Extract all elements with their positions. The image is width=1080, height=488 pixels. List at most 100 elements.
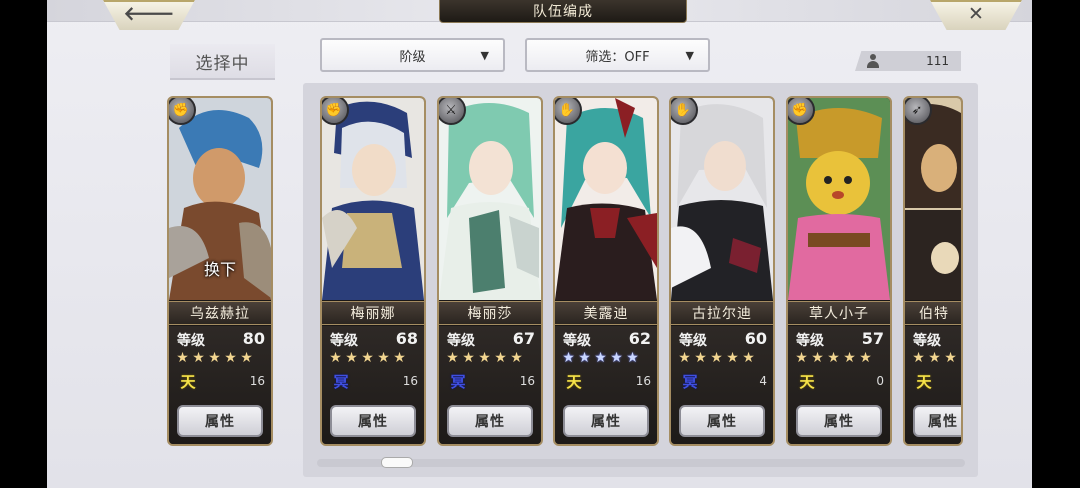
level-label: 等级 bbox=[177, 333, 205, 349]
attribute-button[interactable]: 属性 bbox=[177, 405, 263, 437]
rank-badge-icon: 天 bbox=[180, 372, 196, 391]
star-rating: ★ ★ ★ ★ ★ bbox=[561, 350, 653, 368]
horizontal-scrollbar[interactable] bbox=[317, 459, 965, 467]
character-name-plate: 美露迪 bbox=[555, 301, 657, 325]
party-formation-panel: 🡐 队伍编成 ✕ 选择中 阶级 ▼ 筛选：OFF ▼ 111 换下 ✊ 乌兹赫拉… bbox=[47, 0, 1032, 488]
character-name-plate: 梅丽娜 bbox=[322, 301, 424, 325]
level-row: 等级 57 bbox=[796, 329, 884, 350]
character-portrait bbox=[671, 98, 773, 300]
star-icon: ★ bbox=[944, 350, 958, 366]
attribute-button[interactable]: 属性 bbox=[679, 405, 765, 437]
level-label: 等级 bbox=[563, 333, 591, 349]
attribute-button[interactable]: 属性 bbox=[330, 405, 416, 437]
character-card[interactable]: ⚔ 梅丽莎 等级 67 ★ ★ ★ ★ ★ 冥 16 属性 bbox=[437, 96, 543, 446]
star-rating: ★ ★ ★ ★ ★ bbox=[445, 350, 537, 368]
character-card[interactable]: ➶ 伯特 等级 ★ ★ ★ 天 属性 bbox=[903, 96, 963, 446]
character-stats: 等级 ★ ★ ★ 天 属性 bbox=[905, 326, 961, 444]
level-value: 60 bbox=[744, 329, 767, 348]
rank-row: 天 16 bbox=[179, 371, 265, 393]
star-icon: ★ bbox=[446, 350, 460, 366]
attribute-button[interactable]: 属性 bbox=[563, 405, 649, 437]
dropdown-arrow-icon: ▼ bbox=[480, 49, 489, 62]
character-portrait bbox=[555, 98, 657, 300]
level-label: 等级 bbox=[796, 333, 824, 349]
filter-label: 筛选：OFF bbox=[585, 49, 650, 65]
rank-count: 4 bbox=[759, 374, 767, 388]
attribute-button[interactable]: 属性 bbox=[913, 405, 961, 437]
selected-character-card[interactable]: 换下 ✊ 乌兹赫拉 等级 80 ★ ★ ★ ★ ★ 天 16 属性 bbox=[167, 96, 273, 446]
character-name-plate: 古拉尔迪 bbox=[671, 301, 773, 325]
rank-sort-label: 阶级 bbox=[399, 49, 426, 65]
level-row: 等级 80 bbox=[177, 329, 265, 350]
attribute-button-label: 属性 bbox=[928, 414, 958, 430]
user-icon bbox=[867, 54, 879, 68]
level-row: 等级 67 bbox=[447, 329, 535, 350]
star-icon: ★ bbox=[610, 350, 624, 366]
level-label: 等级 bbox=[679, 333, 707, 349]
rank-row: 冥 16 bbox=[449, 371, 535, 393]
rank-row: 天 16 bbox=[565, 371, 651, 393]
star-icon: ★ bbox=[562, 350, 576, 366]
level-value: 68 bbox=[395, 329, 418, 348]
character-stats: 等级 62 ★ ★ ★ ★ ★ 天 16 属性 bbox=[555, 326, 657, 444]
attribute-button-label: 属性 bbox=[205, 414, 235, 430]
character-stats: 等级 67 ★ ★ ★ ★ ★ 冥 16 属性 bbox=[439, 326, 541, 444]
rank-badge-icon: 天 bbox=[566, 372, 582, 391]
character-stats: 等级 60 ★ ★ ★ ★ ★ 冥 4 属性 bbox=[671, 326, 773, 444]
character-card[interactable]: ✊ 梅丽娜 等级 68 ★ ★ ★ ★ ★ 冥 16 属性 bbox=[320, 96, 426, 446]
character-portrait bbox=[788, 98, 890, 300]
star-icon: ★ bbox=[329, 350, 343, 366]
back-arrow-icon: 🡐 bbox=[123, 3, 175, 25]
character-card[interactable]: ✋ 美露迪 等级 62 ★ ★ ★ ★ ★ 天 16 属性 bbox=[553, 96, 659, 446]
character-card[interactable]: ✊ 草人小子 等级 57 ★ ★ ★ ★ ★ 天 0 属性 bbox=[786, 96, 892, 446]
character-name-plate: 草人小子 bbox=[788, 301, 890, 325]
star-icon: ★ bbox=[578, 350, 592, 366]
star-icon: ★ bbox=[710, 350, 724, 366]
filter-dropdown[interactable]: 筛选：OFF ▼ bbox=[525, 38, 710, 72]
rank-count: 16 bbox=[402, 374, 418, 388]
star-icon: ★ bbox=[811, 350, 825, 366]
level-row: 等级 bbox=[913, 330, 961, 350]
level-row: 等级 60 bbox=[679, 329, 767, 350]
level-label: 等级 bbox=[330, 333, 358, 349]
attribute-button[interactable]: 属性 bbox=[796, 405, 882, 437]
star-icon: ★ bbox=[827, 350, 841, 366]
scrollbar-thumb[interactable] bbox=[381, 457, 413, 468]
star-icon: ★ bbox=[742, 350, 756, 366]
character-name: 梅丽娜 bbox=[350, 306, 396, 322]
rank-badge-icon: 冥 bbox=[333, 372, 349, 391]
game-screen: 🡐 队伍编成 ✕ 选择中 阶级 ▼ 筛选：OFF ▼ 111 换下 ✊ 乌兹赫拉… bbox=[0, 0, 1080, 488]
title-plate: 队伍编成 bbox=[439, 0, 687, 23]
rank-count: 16 bbox=[635, 374, 651, 388]
star-icon: ★ bbox=[208, 350, 222, 366]
star-icon: ★ bbox=[224, 350, 238, 366]
star-icon: ★ bbox=[377, 350, 391, 366]
character-portrait bbox=[439, 98, 541, 300]
rank-row: 天 0 bbox=[798, 371, 884, 393]
star-icon: ★ bbox=[192, 350, 206, 366]
back-button[interactable]: 🡐 bbox=[103, 0, 195, 30]
rank-row: 冥 4 bbox=[681, 371, 767, 393]
star-icon: ★ bbox=[843, 350, 857, 366]
rank-row: 冥 16 bbox=[332, 371, 418, 393]
level-row: 等级 68 bbox=[330, 329, 418, 350]
attribute-button-label: 属性 bbox=[824, 414, 854, 430]
close-button[interactable]: ✕ bbox=[930, 0, 1022, 30]
attribute-button[interactable]: 属性 bbox=[447, 405, 533, 437]
level-label: 等级 bbox=[447, 333, 475, 349]
character-name-plate: 乌兹赫拉 bbox=[169, 301, 271, 325]
star-icon: ★ bbox=[626, 350, 640, 366]
character-card[interactable]: ✋ 古拉尔迪 等级 60 ★ ★ ★ ★ ★ 冥 4 属性 bbox=[669, 96, 775, 446]
star-icon: ★ bbox=[912, 350, 926, 366]
swap-out-label: 换下 bbox=[203, 260, 236, 279]
star-rating: ★ ★ ★ ★ ★ bbox=[328, 350, 420, 368]
rank-sort-dropdown[interactable]: 阶级 ▼ bbox=[320, 38, 505, 72]
selecting-tab: 选择中 bbox=[170, 44, 275, 80]
rank-badge-icon: 冥 bbox=[682, 372, 698, 391]
character-name-plate: 伯特 bbox=[905, 301, 961, 325]
character-stats: 等级 68 ★ ★ ★ ★ ★ 冥 16 属性 bbox=[322, 326, 424, 444]
star-rating: ★ ★ ★ ★ ★ bbox=[677, 350, 769, 368]
character-stats: 等级 57 ★ ★ ★ ★ ★ 天 0 属性 bbox=[788, 326, 890, 444]
roster-count: 111 bbox=[855, 51, 961, 71]
character-name-plate: 梅丽莎 bbox=[439, 301, 541, 325]
